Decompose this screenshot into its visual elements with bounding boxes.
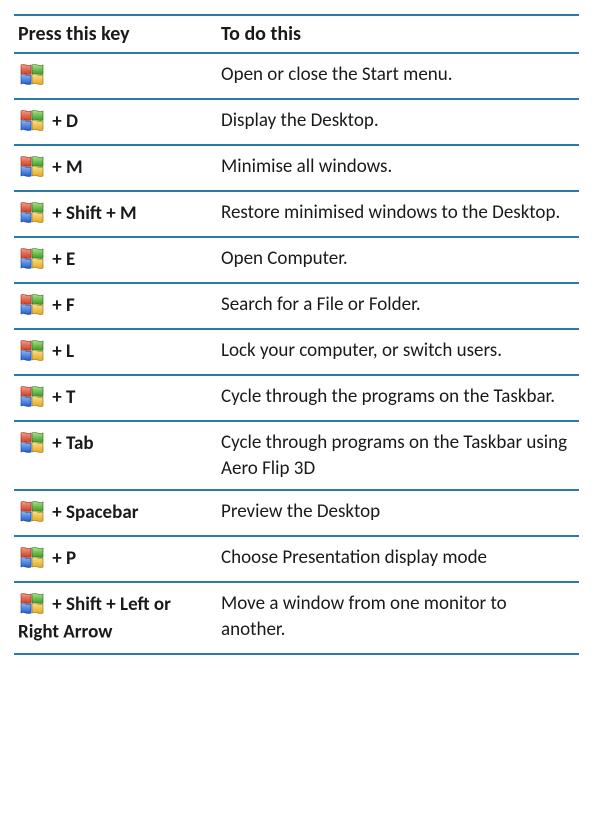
table-row: + D Display the Desktop. xyxy=(14,99,579,145)
table-row: + M Minimise all windows. xyxy=(14,145,579,191)
windows-logo-icon xyxy=(18,338,46,364)
windows-logo-icon xyxy=(18,545,46,571)
key-cell: + M xyxy=(14,145,217,191)
table-row: + T Cycle through the programs on the Tas… xyxy=(14,375,579,421)
header-action: To do this xyxy=(217,15,579,53)
key-suffix: + T xyxy=(48,386,75,409)
action-cell: Minimise all windows. xyxy=(217,145,579,191)
key-cell: + Shift + Left or Right Arrow xyxy=(14,582,217,654)
windows-logo-icon xyxy=(18,384,46,410)
key-cell: + Spacebar xyxy=(14,490,217,536)
key-cell: + Shift + M xyxy=(14,191,217,237)
key-suffix: + F xyxy=(48,294,75,317)
windows-logo-icon xyxy=(18,62,46,88)
windows-logo-icon xyxy=(18,246,46,272)
key-cell: + F xyxy=(14,283,217,329)
action-cell: Search for a File or Folder. xyxy=(217,283,579,329)
header-key: Press this key xyxy=(14,15,217,53)
action-cell: Restore minimised windows to the Desktop… xyxy=(217,191,579,237)
action-cell: Display the Desktop. xyxy=(217,99,579,145)
shortcut-table: Press this key To do this Open or cl xyxy=(14,14,579,655)
windows-logo-icon xyxy=(18,430,46,456)
action-cell: Open Computer. xyxy=(217,237,579,283)
key-cell: + E xyxy=(14,237,217,283)
table-row: + Shift + M Restore minimised windows to … xyxy=(14,191,579,237)
key-suffix: + M xyxy=(48,156,83,179)
windows-logo-icon xyxy=(18,499,46,525)
key-cell: + P xyxy=(14,536,217,582)
key-suffix: + Shift + M xyxy=(48,202,137,225)
table-row: + Spacebar Preview the Desktop xyxy=(14,490,579,536)
windows-logo-icon xyxy=(18,292,46,318)
action-cell: Preview the Desktop xyxy=(217,490,579,536)
key-suffix: + L xyxy=(48,340,74,363)
action-cell: Choose Presentation display mode xyxy=(217,536,579,582)
table-row: Open or close the Start menu. xyxy=(14,53,579,99)
table-row: + Tab Cycle through programs on the Taskb… xyxy=(14,421,579,490)
key-suffix: + D xyxy=(48,110,78,133)
key-cell: + Tab xyxy=(14,421,217,490)
key-suffix: + Spacebar xyxy=(48,501,138,524)
key-cell: + L xyxy=(14,329,217,375)
key-cell: + T xyxy=(14,375,217,421)
table-row: + P Choose Presentation display mode xyxy=(14,536,579,582)
action-cell: Cycle through the programs on the Taskba… xyxy=(217,375,579,421)
action-cell: Lock your computer, or switch users. xyxy=(217,329,579,375)
key-cell: + D xyxy=(14,99,217,145)
windows-logo-icon xyxy=(18,200,46,226)
windows-logo-icon xyxy=(18,108,46,134)
windows-logo-icon xyxy=(18,154,46,180)
table-row: + Shift + Left or Right ArrowMove a wind… xyxy=(14,582,579,654)
action-cell: Move a window from one monitor to anothe… xyxy=(217,582,579,654)
table-row: + L Lock your computer, or switch users. xyxy=(14,329,579,375)
table-row: + E Open Computer. xyxy=(14,237,579,283)
action-cell: Cycle through programs on the Taskbar us… xyxy=(217,421,579,490)
action-cell: Open or close the Start menu. xyxy=(217,53,579,99)
key-suffix: + P xyxy=(48,547,76,570)
windows-logo-icon xyxy=(18,591,46,617)
key-cell xyxy=(14,53,217,99)
key-suffix: + Tab xyxy=(48,432,94,455)
table-row: + F Search for a File or Folder. xyxy=(14,283,579,329)
key-suffix: + E xyxy=(48,248,75,271)
